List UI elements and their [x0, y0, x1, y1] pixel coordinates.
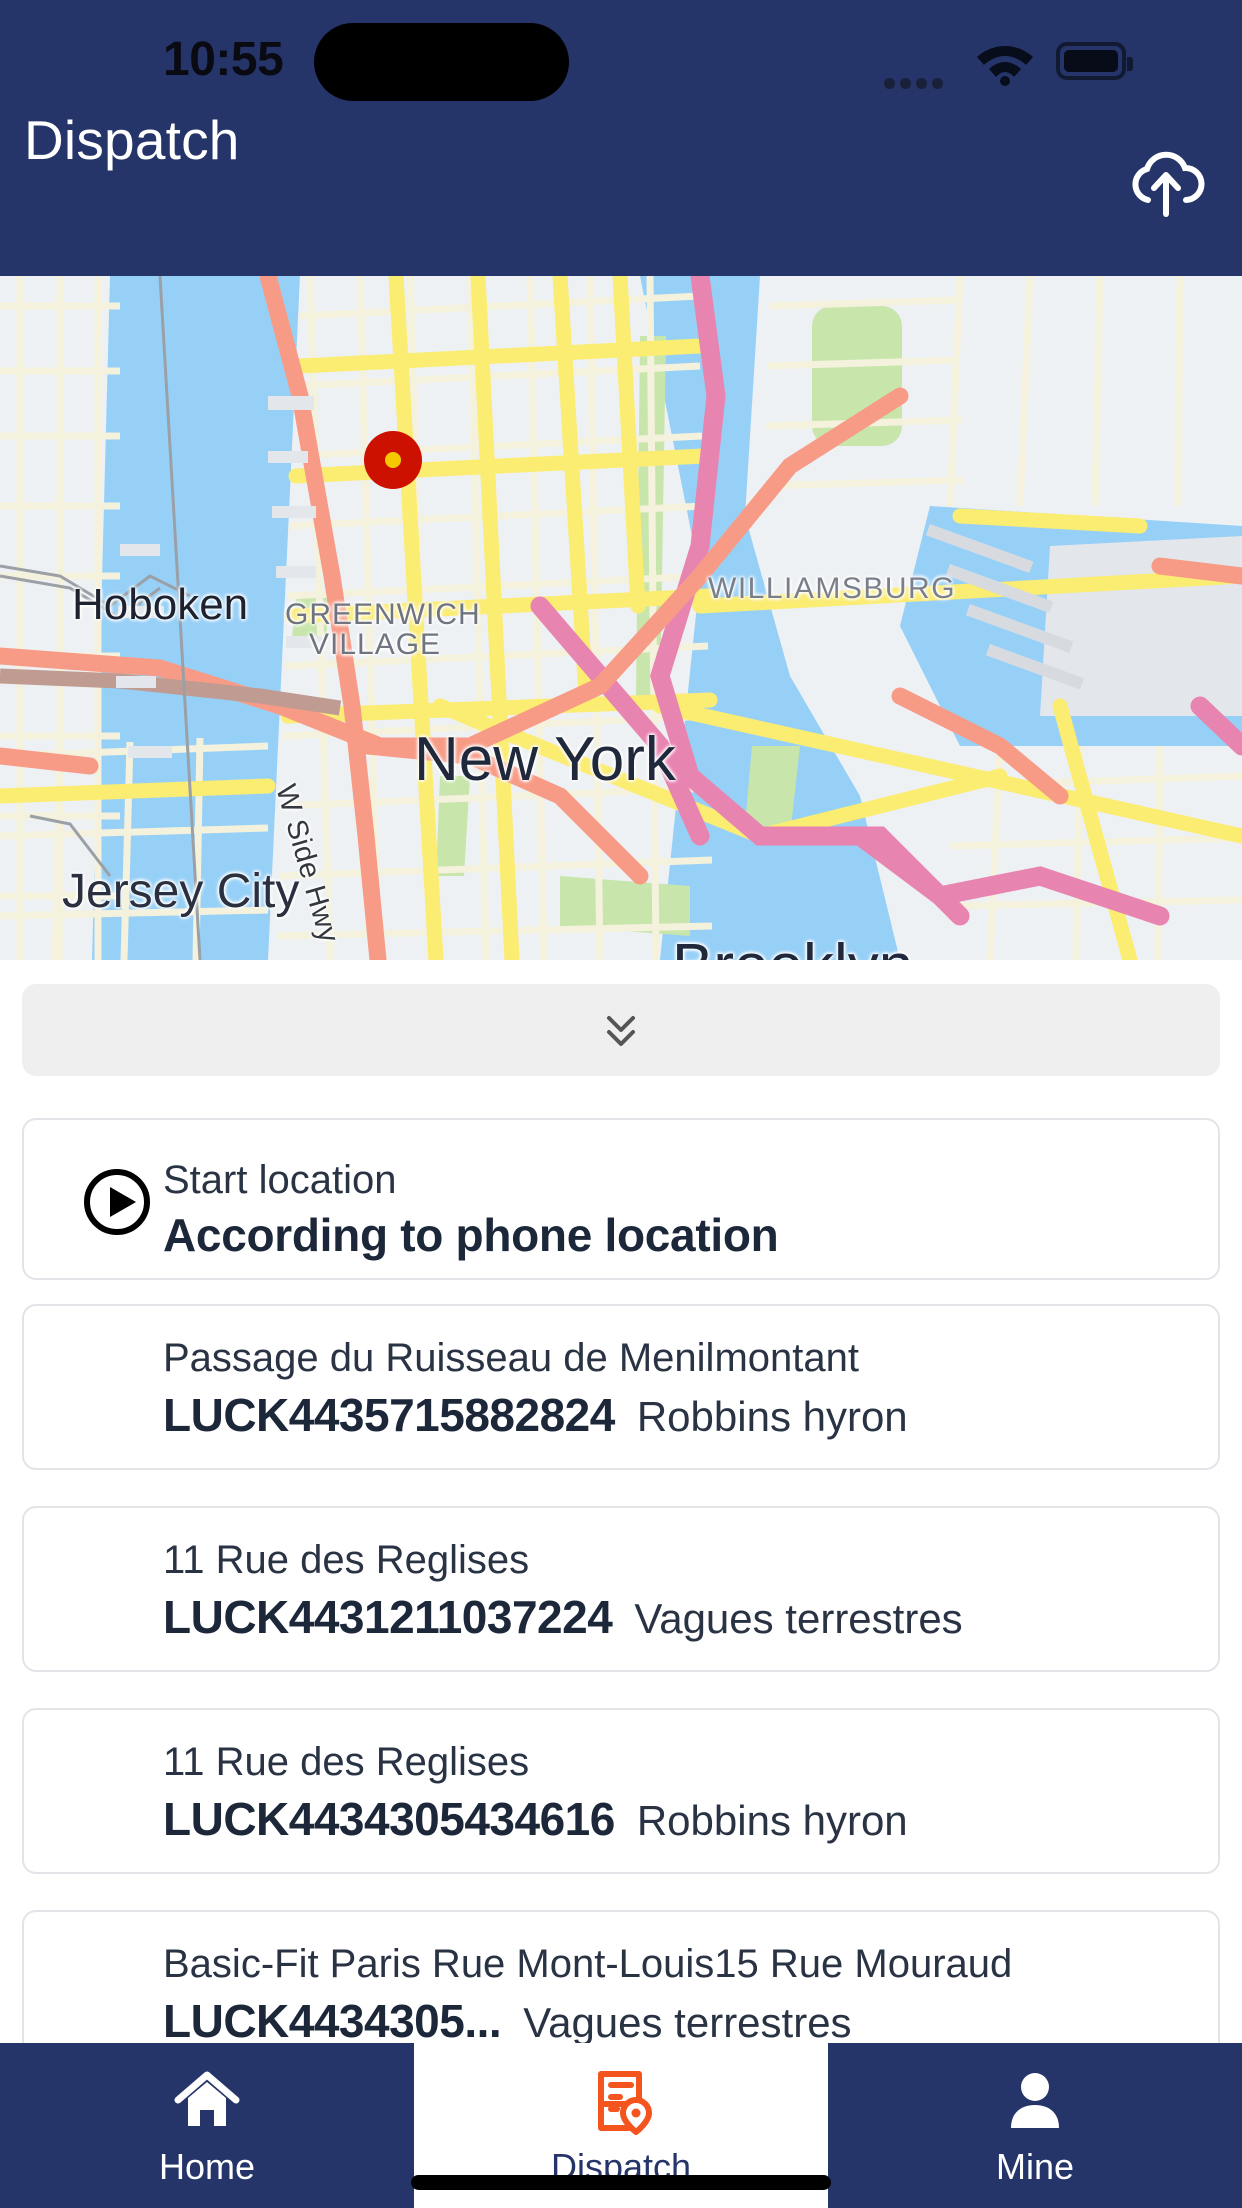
map-label-williamsburg: WILLIAMSBURG: [708, 572, 957, 605]
start-location-card[interactable]: Start location According to phone locati…: [22, 1118, 1220, 1280]
app-header: 10:55 Dispatch: [0, 0, 1242, 276]
page-title: Dispatch: [24, 109, 240, 171]
order-number: LUCK4435715882824: [163, 1389, 615, 1441]
bottom-tab-bar: Home Dispatch Mine: [0, 2043, 1242, 2208]
order-customer: Vagues terrestres: [634, 1595, 963, 1642]
order-meta: LUCK4434305... Vagues terrestres: [163, 1994, 852, 2048]
order-address: 11 Rue des Reglises: [163, 1740, 530, 1784]
dynamic-island: [314, 23, 569, 101]
tab-mine[interactable]: Mine: [828, 2043, 1242, 2208]
order-meta: LUCK4435715882824 Robbins hyron: [163, 1388, 908, 1442]
double-chevron-down-icon: [598, 1005, 644, 1056]
order-meta: LUCK4434305434616 Robbins hyron: [163, 1792, 908, 1846]
person-icon: [998, 2064, 1072, 2138]
current-location-marker: [364, 431, 422, 489]
tab-home-label: Home: [158, 2145, 256, 2187]
tab-mine-label: Mine: [995, 2145, 1075, 2187]
map-view[interactable]: Hoboken New York Jersey City GREENWICH V…: [0, 276, 1242, 960]
order-customer: Robbins hyron: [636, 1393, 908, 1440]
map-label-new-york: New York: [414, 725, 676, 794]
map-label-village: VILLAGE: [309, 628, 442, 661]
order-address: 11 Rue des Reglises: [163, 1538, 530, 1582]
order-card[interactable]: Passage du Ruisseau de Menilmontant LUCK…: [22, 1304, 1220, 1470]
map-label-hoboken: Hoboken: [72, 580, 249, 629]
dispatch-icon: [584, 2064, 658, 2138]
start-location-label: Start location: [163, 1158, 397, 1202]
order-customer: Vagues terrestres: [523, 1999, 852, 2046]
app-screen: 10:55 Dispatch Hoboken New York Jersey C…: [0, 0, 1242, 2208]
home-icon: [170, 2064, 244, 2138]
map-label-jersey-city: Jersey City: [62, 865, 300, 918]
order-customer: Robbins hyron: [636, 1797, 908, 1844]
order-number: LUCK4431211037224: [163, 1591, 613, 1643]
wifi-icon: [974, 38, 1036, 86]
order-address: Basic-Fit Paris Rue Mont-Louis15 Rue Mou…: [163, 1942, 1013, 1986]
order-card[interactable]: 11 Rue des Reglises LUCK4434305434616 Ro…: [22, 1708, 1220, 1874]
status-bar: 10:55: [0, 0, 1242, 120]
map-label-brooklyn: Brooklyn: [672, 931, 913, 960]
play-circle-icon: [82, 1167, 152, 1237]
map-label-greenwich: GREENWICH: [285, 598, 481, 631]
order-address: Passage du Ruisseau de Menilmontant: [163, 1336, 859, 1380]
order-number: LUCK4434305434616: [163, 1793, 615, 1845]
signal-dots-icon: [884, 78, 943, 89]
home-indicator: [411, 2175, 831, 2190]
order-card[interactable]: 11 Rue des Reglises LUCK4431211037224 Va…: [22, 1506, 1220, 1672]
dispatch-sheet: Start location According to phone locati…: [0, 960, 1242, 2208]
start-location-value: According to phone location: [163, 1209, 779, 1261]
status-bar-clock: 10:55: [163, 33, 284, 86]
order-meta: LUCK4431211037224 Vagues terrestres: [163, 1590, 963, 1644]
cloud-upload-icon[interactable]: [1124, 138, 1208, 222]
collapse-sheet-button[interactable]: [22, 984, 1220, 1076]
tab-home[interactable]: Home: [0, 2043, 414, 2208]
order-number: LUCK4434305...: [163, 1995, 502, 2047]
battery-icon: [1056, 42, 1133, 80]
